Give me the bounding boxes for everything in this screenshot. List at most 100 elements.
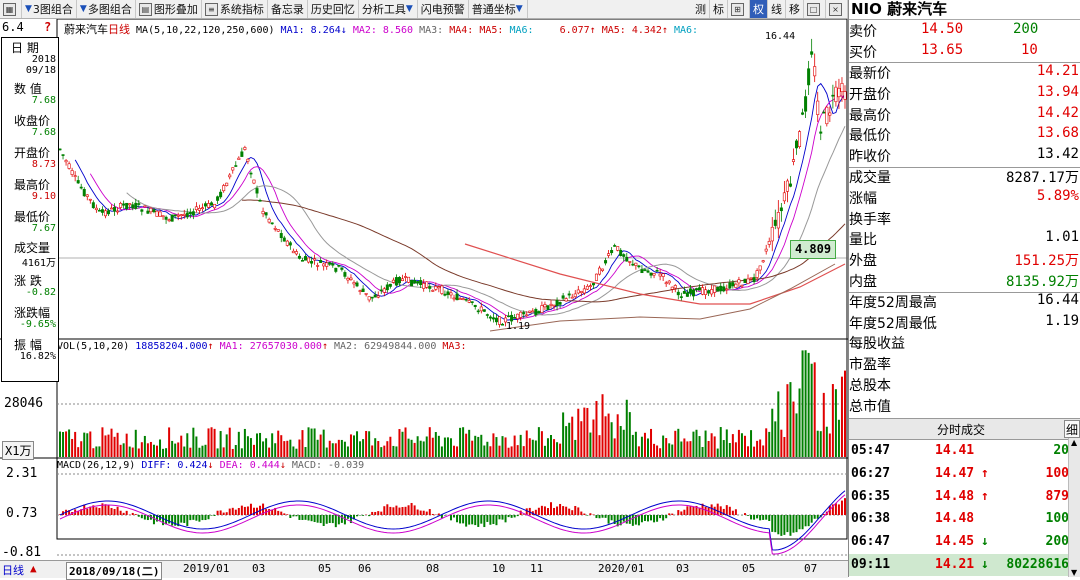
volume-bar xyxy=(359,441,361,457)
volume-bar xyxy=(314,428,316,457)
macd-bar xyxy=(511,515,513,518)
tick-time: 06:35 xyxy=(851,489,890,504)
macd-bar xyxy=(483,515,485,527)
volume-bar xyxy=(514,436,516,457)
toolbar-flash-alert[interactable]: 闪电预警 xyxy=(418,0,469,18)
kline-chart[interactable] xyxy=(0,19,848,559)
candle-body xyxy=(768,241,770,244)
vol-unit[interactable]: X1万 xyxy=(2,441,34,460)
macd-bar xyxy=(792,515,794,533)
macd-bar xyxy=(550,502,552,515)
quote-value: 8287.17万 xyxy=(1006,167,1079,187)
volume-bar xyxy=(265,438,267,457)
macd-bar xyxy=(589,513,591,515)
toolbar-coordinate[interactable]: 普通坐标▼ xyxy=(469,0,528,18)
ticks-detail-button[interactable]: 细 xyxy=(1064,420,1080,438)
macd-bar xyxy=(656,515,658,522)
macd-bar xyxy=(305,515,307,520)
macd-bar xyxy=(86,509,88,515)
candle-body xyxy=(329,263,331,265)
volume-bar xyxy=(602,394,604,457)
quote-label: 量比 xyxy=(849,229,877,249)
toolbar-history[interactable]: 历史回忆 xyxy=(308,0,359,18)
toolbar-window[interactable]: □ xyxy=(804,0,826,18)
volume-bar xyxy=(474,436,476,457)
candle-body xyxy=(438,287,440,288)
toolbar-overlay[interactable]: ▤图形叠加 xyxy=(136,0,202,18)
quote-row: 外盘151.25万 xyxy=(849,250,1080,270)
macd-bar xyxy=(750,515,752,519)
tick-price: 14.41 xyxy=(935,443,974,458)
volume-bar xyxy=(526,430,528,457)
candle-body xyxy=(495,318,497,322)
period-button[interactable]: 日线 xyxy=(2,562,24,578)
macd-bar xyxy=(271,510,273,515)
toolbar-indicator[interactable]: ≡系统指标 xyxy=(202,0,268,18)
volume-bar xyxy=(308,427,310,457)
candle-body xyxy=(798,132,800,147)
toolbar-grid[interactable]: ⊞ xyxy=(728,0,750,18)
sell-price: 14.50 xyxy=(921,21,963,37)
macd-bar xyxy=(726,505,728,515)
toolbar-memo[interactable]: 备忘录 xyxy=(268,0,308,18)
volume-bar xyxy=(632,435,634,457)
toolbar-mark[interactable]: 标 xyxy=(710,0,728,18)
macd-bar xyxy=(538,508,540,515)
candle-body xyxy=(607,254,609,256)
toolbar-close[interactable]: × xyxy=(826,0,848,18)
candle-body xyxy=(807,69,809,85)
macd-bar xyxy=(286,514,288,515)
macd-bar xyxy=(247,506,249,515)
toolbar-measure[interactable]: 测 xyxy=(692,0,710,18)
volume-bar xyxy=(335,443,337,457)
volume-bar xyxy=(156,446,158,457)
toolbar-rights[interactable]: 权 xyxy=(750,0,768,18)
candle-body xyxy=(307,258,309,262)
volume-bar xyxy=(589,433,591,457)
macd-bar xyxy=(320,515,322,523)
info-date-year: 2018 xyxy=(32,54,56,65)
chart-stock-name: 蔚来汽车 xyxy=(64,23,108,36)
candle-body xyxy=(238,158,240,159)
candle-body xyxy=(347,278,349,280)
volume-bar xyxy=(405,427,407,457)
volume-bar xyxy=(289,440,291,457)
toolbar-move[interactable]: 移 xyxy=(786,0,804,18)
macd-bar xyxy=(662,515,664,521)
candle-body xyxy=(180,215,182,216)
date-label: 2019/01 xyxy=(183,562,229,575)
macd-bar xyxy=(547,508,549,515)
toolbar-analysis-tools[interactable]: 分析工具▼ xyxy=(359,0,418,18)
period-arrow-icon[interactable]: ▲ xyxy=(30,562,37,575)
scroll-down-icon[interactable]: ▼ xyxy=(1071,568,1077,577)
candle-body xyxy=(389,284,391,286)
volume-bar xyxy=(796,413,798,457)
candle-body xyxy=(219,192,221,197)
macd-bar xyxy=(480,515,482,524)
macd-bar xyxy=(311,515,313,521)
volume-bar xyxy=(502,436,504,457)
volume-bar xyxy=(383,446,385,457)
macd-bar xyxy=(186,515,188,526)
buy-qty: 10 xyxy=(1021,42,1038,58)
candle-body xyxy=(589,286,591,287)
volume-bar xyxy=(353,435,355,457)
ticks-scrollbar[interactable]: ▲ ▼ xyxy=(1068,438,1080,577)
macd-bar xyxy=(392,507,394,515)
quote-label: 总股本 xyxy=(849,375,891,395)
volume-bar xyxy=(665,438,667,457)
toolbar-3chart-combo[interactable]: ▼3图组合 xyxy=(22,0,77,18)
toolbar-quick-icon[interactable]: ▦ xyxy=(0,0,22,18)
candle-body xyxy=(419,280,421,284)
date-label: 06 xyxy=(358,562,371,575)
quote-row: 总股本 xyxy=(849,375,1080,395)
volume-bar xyxy=(844,371,846,457)
volume-bar xyxy=(144,436,146,457)
scroll-up-icon[interactable]: ▲ xyxy=(1071,438,1077,447)
volume-bar xyxy=(323,430,325,457)
candle-body xyxy=(165,217,167,219)
candle-body xyxy=(762,261,764,262)
volume-bar xyxy=(92,448,94,457)
toolbar-multi-chart-combo[interactable]: ▼多图组合 xyxy=(77,0,136,18)
toolbar-line[interactable]: 线 xyxy=(768,0,786,18)
